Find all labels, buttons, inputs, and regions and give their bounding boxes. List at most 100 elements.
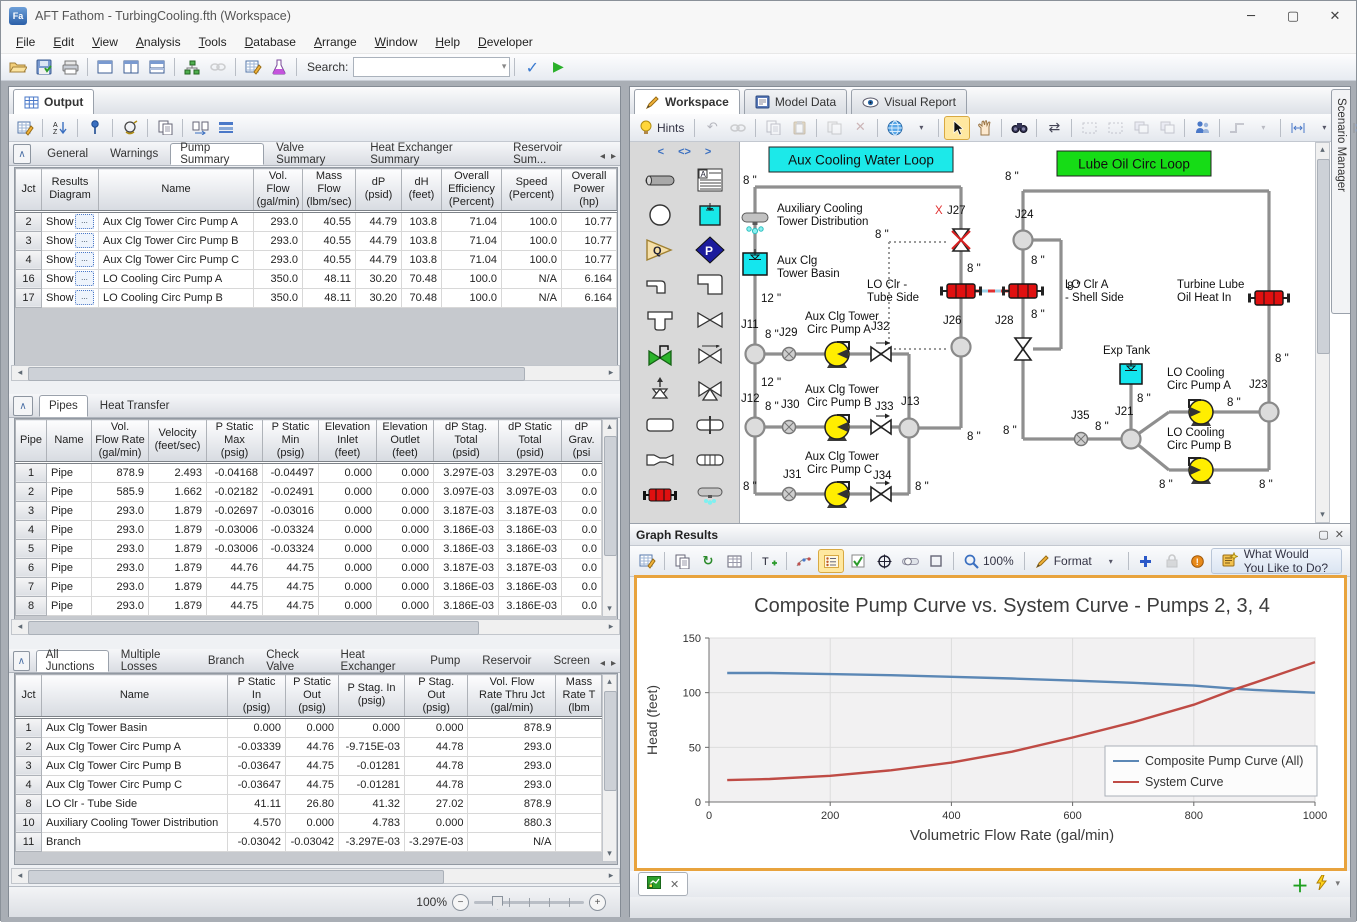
- open-button[interactable]: [6, 56, 30, 78]
- graph-tab[interactable]: ✕: [638, 872, 688, 896]
- column-header[interactable]: Jct: [16, 675, 42, 718]
- column-header[interactable]: OverallEfficiency(Percent): [442, 169, 502, 212]
- junction-j26[interactable]: [952, 338, 971, 357]
- table-row[interactable]: 7Pipe293.01.87944.7544.750.0000.0003.186…: [16, 577, 602, 596]
- tab-scroll-right-icon[interactable]: ▸: [611, 151, 616, 162]
- window-single-button[interactable]: [93, 56, 117, 78]
- zoom-out-button[interactable]: −: [452, 894, 469, 911]
- tube-tool[interactable]: [685, 442, 735, 477]
- junction-j32[interactable]: [871, 341, 891, 362]
- column-header[interactable]: Velocity(feet/sec): [149, 420, 207, 463]
- output-control-button[interactable]: [13, 117, 37, 139]
- table-row[interactable]: 2Show...Aux Clg Tower Circ Pump A293.040…: [16, 211, 617, 231]
- tee-tool[interactable]: [635, 302, 685, 337]
- valve-tool[interactable]: [685, 302, 735, 337]
- column-header[interactable]: Name: [42, 675, 228, 718]
- select-tool-button[interactable]: [944, 116, 970, 140]
- close-button[interactable]: ✕: [1314, 2, 1356, 31]
- reverse-direction-button[interactable]: ⇄: [1042, 117, 1066, 139]
- collapse-button[interactable]: ∧: [13, 144, 31, 164]
- reservoir-tool[interactable]: [685, 197, 735, 232]
- results-diagram-button[interactable]: ...: [75, 233, 94, 248]
- junctions-hscrollbar[interactable]: ◂▸: [11, 868, 620, 884]
- model-data-button[interactable]: [241, 56, 265, 78]
- junction-j33[interactable]: [871, 414, 891, 435]
- zoom-in-button[interactable]: +: [589, 894, 606, 911]
- tab-heat-transfer[interactable]: Heat Transfer: [90, 395, 180, 417]
- maximize-button[interactable]: ▢: [1272, 2, 1314, 31]
- column-header[interactable]: dP StaticTotal(psid): [499, 420, 562, 463]
- table-row[interactable]: 3Pipe293.01.879-0.02697-0.030160.0000.00…: [16, 501, 602, 520]
- pipes-vscrollbar[interactable]: ▴▾: [602, 419, 617, 617]
- spray-discharge-tool[interactable]: [685, 477, 735, 512]
- junction-aux-cooling-tower-distribution[interactable]: [742, 213, 768, 234]
- show-data-button[interactable]: [722, 550, 746, 572]
- results-diagram-button[interactable]: ...: [75, 214, 94, 229]
- tab-heat-exchanger-summary[interactable]: Heat Exchanger Summary: [360, 143, 501, 165]
- scenario-tree-button[interactable]: [180, 56, 204, 78]
- junction-lo-pump-b[interactable]: [1189, 458, 1213, 484]
- save-button[interactable]: [32, 56, 56, 78]
- column-header[interactable]: P StaticMin(psig): [263, 420, 319, 463]
- column-header[interactable]: Name: [99, 169, 254, 212]
- check-valve-tool[interactable]: [685, 337, 735, 372]
- tab-model-data[interactable]: Model Data: [744, 89, 847, 114]
- crosshair-button[interactable]: [872, 550, 896, 572]
- show-link[interactable]: Show: [46, 273, 74, 285]
- junction-aux-pump-b[interactable]: [825, 415, 849, 441]
- column-header[interactable]: Pipe: [16, 420, 47, 463]
- pan-tool-button[interactable]: [972, 117, 996, 139]
- show-check-button[interactable]: [846, 550, 870, 572]
- tab-visual-report[interactable]: Visual Report: [851, 89, 967, 114]
- junction-j29[interactable]: [783, 348, 796, 361]
- tab-screen[interactable]: Screen: [544, 650, 600, 672]
- format-dropdown[interactable]: Format: [1030, 550, 1097, 572]
- display-options-button[interactable]: [214, 117, 238, 139]
- loop-title-annotation[interactable]: Aux Cooling Water Loop: [769, 147, 953, 172]
- junction-lo-clr-tube-side[interactable]: [940, 284, 982, 298]
- tab-scroll-left-icon[interactable]: ◂: [600, 658, 605, 669]
- menu-item-developer[interactable]: Developer: [469, 33, 542, 51]
- column-header[interactable]: Jct: [16, 169, 42, 212]
- junction-j31[interactable]: [783, 488, 796, 501]
- menu-item-tools[interactable]: Tools: [190, 33, 236, 51]
- column-header[interactable]: dPGrav.(psi: [562, 420, 602, 463]
- window-vsplit-button[interactable]: [119, 56, 143, 78]
- column-header[interactable]: OverallPower(hp): [562, 169, 617, 212]
- search-input[interactable]: ▾: [353, 57, 510, 77]
- zoom-slider-thumb[interactable]: [492, 896, 503, 910]
- alert-button[interactable]: !: [1186, 550, 1210, 572]
- table-row[interactable]: 3Aux Clg Tower Circ Pump B-0.0364744.75-…: [16, 756, 602, 775]
- column-header[interactable]: Vol.Flow(gal/min): [254, 169, 303, 212]
- junction-j11[interactable]: [746, 345, 765, 364]
- tab-all-junctions[interactable]: All Junctions: [36, 650, 109, 672]
- show-link[interactable]: Show: [46, 292, 74, 304]
- column-header[interactable]: P StaticOut(psig): [286, 675, 339, 718]
- junction-j35[interactable]: [1075, 433, 1088, 446]
- column-header[interactable]: P StaticIn(psig): [228, 675, 286, 718]
- highlight-button[interactable]: [118, 117, 142, 139]
- zoom-slider[interactable]: [474, 901, 584, 904]
- branch-tool[interactable]: [635, 197, 685, 232]
- menu-item-analysis[interactable]: Analysis: [127, 33, 190, 51]
- column-header[interactable]: Vol. FlowRate Thru Jct(gal/min): [468, 675, 556, 718]
- junction-j34[interactable]: [871, 481, 891, 502]
- run-model-button[interactable]: ▶: [546, 56, 570, 78]
- heat-exchanger-tool[interactable]: [635, 477, 685, 512]
- junction-exp-tank[interactable]: [1120, 360, 1142, 384]
- table-row[interactable]: 3Show...Aux Clg Tower Circ Pump B293.040…: [16, 231, 617, 250]
- assigned-pressure-tool[interactable]: P: [685, 232, 735, 267]
- tab-general[interactable]: General: [37, 143, 98, 165]
- transfer-results-button[interactable]: [188, 117, 212, 139]
- spacing-dropdown[interactable]: [1286, 117, 1310, 139]
- menu-item-help[interactable]: Help: [426, 33, 469, 51]
- print-button[interactable]: [58, 56, 82, 78]
- column-header[interactable]: P Stag.Out(psig): [405, 675, 468, 718]
- tab-scroll-left-icon[interactable]: ◂: [600, 151, 605, 162]
- column-header[interactable]: ElevationOutlet(feet): [377, 420, 434, 463]
- find-button[interactable]: [1007, 117, 1031, 139]
- column-header[interactable]: P Stag. In(psig): [339, 675, 405, 718]
- junction-j13[interactable]: [900, 419, 919, 438]
- graph-close-button[interactable]: ✕: [1335, 528, 1344, 541]
- add-graph-icon[interactable]: ＋: [1291, 872, 1308, 897]
